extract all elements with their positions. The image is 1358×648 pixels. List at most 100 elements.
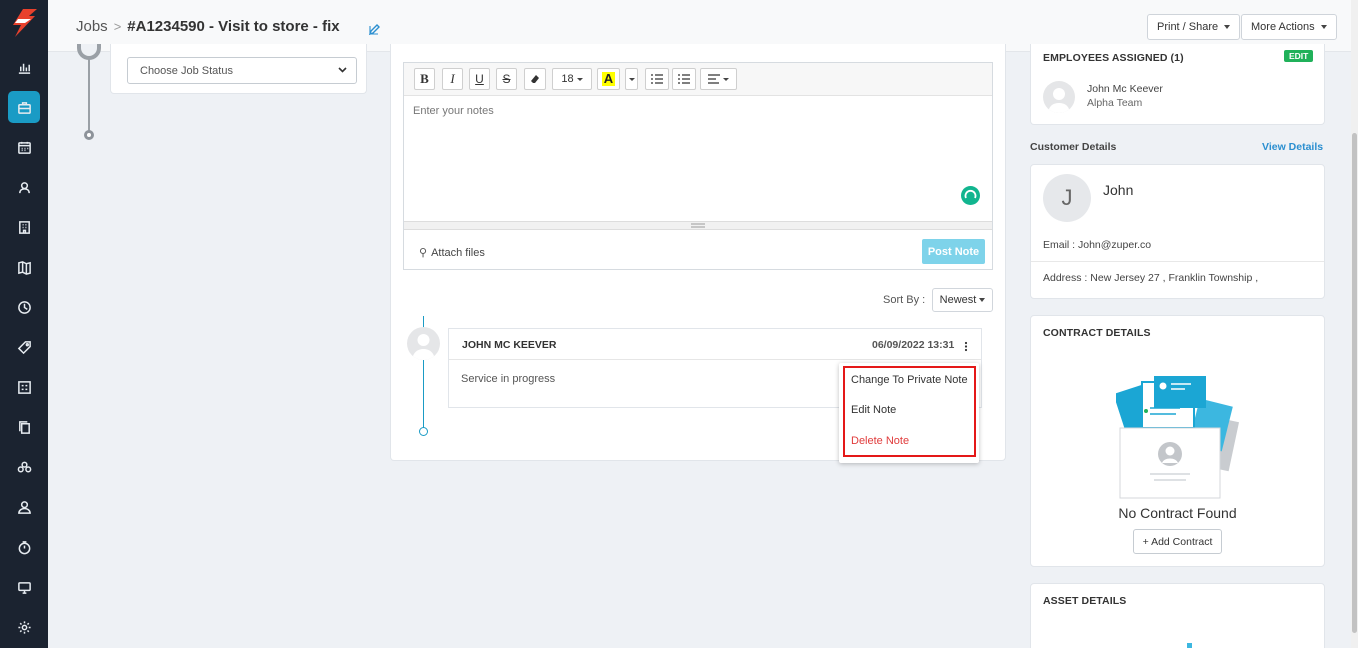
bullet-list-button[interactable] — [645, 68, 669, 90]
sidebar — [0, 0, 48, 648]
edit-employees-badge[interactable]: EDIT — [1284, 50, 1314, 62]
breadcrumb-jobs-link[interactable]: Jobs — [76, 18, 108, 35]
nav-reports[interactable] — [8, 51, 40, 83]
sort-by-label: Sort By : — [883, 294, 926, 306]
employee-name: John Mc Keever — [1087, 83, 1163, 95]
contract-card: CONTRACT DETAILS No Contract Found + Add… — [1030, 315, 1325, 567]
nav-customers[interactable] — [8, 171, 40, 203]
note-editor: B I U S 18 A Enter your notes ⚲ Attach fi… — [403, 62, 993, 270]
align-left-icon — [708, 74, 720, 84]
no-contract-text: No Contract Found — [1118, 505, 1237, 521]
timer-icon — [18, 540, 30, 554]
timeline-line — [88, 52, 90, 134]
more-actions-button[interactable]: More Actions — [1241, 14, 1337, 40]
add-contract-button[interactable]: + Add Contract — [1133, 529, 1222, 554]
page-title: #A1234590 - Visit to store - fix — [127, 18, 340, 35]
employees-heading: EMPLOYEES ASSIGNED (1) — [1043, 52, 1184, 64]
chevron-down-icon — [1320, 25, 1327, 29]
nav-timesheet[interactable] — [8, 291, 40, 323]
eraser-icon — [531, 75, 539, 83]
chevron-down-icon — [628, 77, 635, 81]
numbered-list-button[interactable] — [672, 68, 696, 90]
nav-map[interactable] — [8, 251, 40, 283]
editor-toolbar: B I U S 18 A — [404, 63, 992, 96]
note-author-avatar — [407, 327, 440, 360]
underline-button[interactable]: U — [469, 68, 490, 90]
nav-settings[interactable] — [8, 611, 40, 643]
highlight-box — [843, 366, 976, 457]
sort-by-select[interactable]: Newest — [932, 288, 993, 312]
team-icon — [17, 461, 31, 472]
nav-timer[interactable] — [8, 531, 40, 563]
chevron-down-icon — [979, 298, 986, 302]
strikethrough-button[interactable]: S — [496, 68, 517, 90]
view-details-link[interactable]: View Details — [1262, 141, 1323, 153]
numbered-list-icon — [678, 74, 690, 84]
timeline-node-icon — [77, 44, 101, 60]
asset-heading: ASSET DETAILS — [1043, 595, 1127, 607]
divider — [1031, 261, 1324, 262]
nav-dispatch[interactable] — [8, 571, 40, 603]
chevron-down-icon — [1224, 25, 1231, 29]
chevron-down-icon — [723, 77, 729, 81]
scrollbar-thumb[interactable] — [1352, 133, 1357, 633]
print-share-label: Print / Share — [1157, 21, 1219, 33]
attach-files-button[interactable]: ⚲ Attach files — [419, 246, 485, 259]
building-icon — [18, 220, 30, 234]
clock-icon — [17, 300, 31, 314]
chevron-down-icon — [576, 77, 583, 81]
customers-icon — [18, 181, 30, 193]
note-timeline-dot — [419, 427, 428, 436]
italic-button[interactable]: I — [442, 68, 463, 90]
font-size-select[interactable]: 18 — [552, 68, 592, 90]
paperclip-icon: ⚲ — [419, 247, 428, 259]
job-status-select[interactable]: Choose Job Status — [127, 57, 357, 84]
customer-avatar: J — [1043, 174, 1091, 222]
grammar-spinner-icon — [961, 186, 980, 205]
employee-avatar — [1043, 81, 1075, 113]
nav-calendar[interactable] — [8, 131, 40, 163]
customer-card: J John Email : John@zuper.co Address : N… — [1030, 164, 1325, 299]
print-share-button[interactable]: Print / Share — [1147, 14, 1241, 40]
nav-forms[interactable] — [8, 371, 40, 403]
app-logo-icon[interactable] — [11, 9, 37, 37]
customer-details-label: Customer Details — [1030, 141, 1117, 153]
asset-illustration — [1187, 643, 1192, 648]
nav-documents[interactable] — [8, 411, 40, 443]
empty-contract-illustration — [1116, 376, 1240, 499]
sort-value: Newest — [939, 294, 977, 306]
nav-teams[interactable] — [8, 451, 40, 483]
calendar-icon — [17, 141, 31, 154]
nav-users[interactable] — [8, 491, 40, 523]
font-size-value: 18 — [561, 73, 574, 85]
bold-button[interactable]: B — [414, 68, 435, 90]
nav-organizations[interactable] — [8, 211, 40, 243]
align-button[interactable] — [700, 68, 737, 90]
resize-handle[interactable] — [404, 221, 992, 230]
settings-icon — [17, 620, 31, 634]
edit-title-icon[interactable] — [368, 22, 382, 36]
map-icon — [17, 260, 31, 275]
customer-name: John — [1103, 182, 1134, 198]
nav-jobs[interactable] — [8, 91, 40, 123]
job-status-value: Choose Job Status — [140, 65, 233, 77]
customer-email: Email : John@zuper.co — [1043, 239, 1152, 251]
tag-icon — [17, 340, 31, 354]
post-note-button[interactable]: Post Note — [922, 239, 985, 264]
copy-icon — [18, 420, 30, 434]
customer-address: Address : New Jersey 27 , Franklin Towns… — [1043, 272, 1259, 284]
note-textarea[interactable]: Enter your notes — [413, 105, 494, 117]
text-color-button[interactable]: A — [597, 68, 620, 90]
text-color-dropdown[interactable] — [625, 68, 638, 90]
form-icon — [17, 380, 31, 394]
clear-format-button[interactable] — [524, 68, 546, 90]
highlight-icon: A — [601, 71, 616, 86]
note-body: Service in progress — [461, 373, 556, 385]
note-timestamp: 06/09/2022 13:31 — [872, 339, 955, 351]
monitor-icon — [17, 581, 31, 594]
timeline-end-dot — [84, 130, 94, 140]
more-actions-label: More Actions — [1251, 21, 1315, 33]
note-options-icon[interactable] — [964, 339, 968, 352]
note-author: JOHN MC KEEVER — [462, 339, 557, 351]
nav-pricing[interactable] — [8, 331, 40, 363]
